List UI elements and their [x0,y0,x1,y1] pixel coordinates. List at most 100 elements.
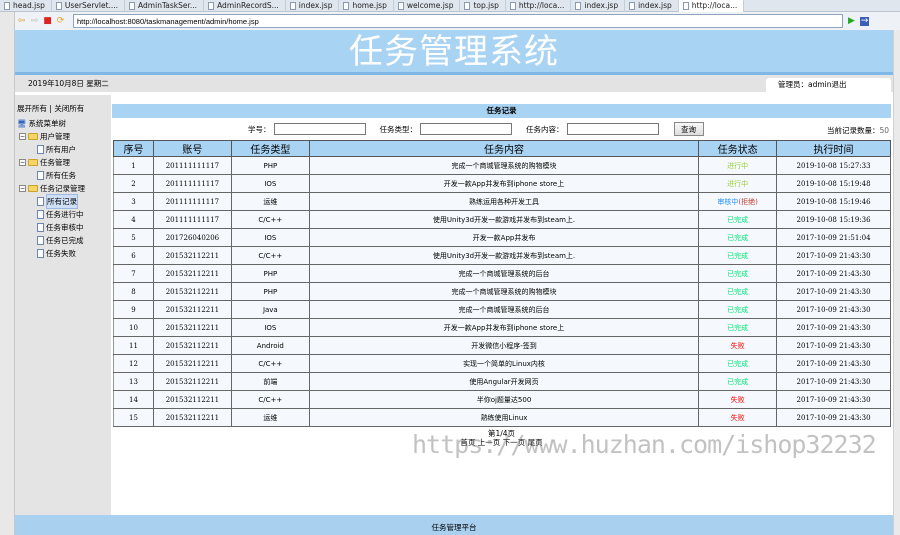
cell-no: 6 [113,246,154,265]
cell-type: C/C++ [230,390,310,409]
collapse-icon[interactable]: − [19,159,26,166]
cell-type: 运维 [230,192,310,211]
cell-time: 2017-10-09 21:43:30 [776,336,891,355]
cell-status: 已完成 [698,228,778,247]
cell-content: 完成一个商城管理系统的购物模块 [308,156,700,175]
status-text: 已完成 [727,251,749,260]
cell-no: 5 [113,228,154,247]
status-text: 已完成 [727,377,749,386]
editor-tab[interactable]: head.jsp [0,0,52,12]
table-row: 4 201111111117 C/C++ 使用Unity3d开发一款游戏并发布到ste… [113,210,891,229]
editor-tab[interactable]: AdminRecordS... [204,0,286,12]
editor-tab[interactable]: http://loca... [678,0,745,12]
editor-tab[interactable]: index.jsp [571,0,626,12]
tree-leaf[interactable]: 任务审核中 [15,221,111,234]
tree-group[interactable]: − 用户管理 [15,130,111,143]
cell-account: 201532112211 [152,372,232,391]
expand-all-link[interactable]: 展开所有 [17,104,47,113]
tree-leaf[interactable]: 任务已完成 [15,234,111,247]
file-icon [343,2,350,10]
cell-time: 2017-10-09 21:43:30 [776,300,891,319]
tree-leaf-label: 任务已完成 [46,236,84,245]
table-row: 10 201532112211 IOS 开发一款App并发布到iphone store… [113,318,891,337]
cell-account: 201532112211 [152,282,232,301]
cell-type: IOS [230,174,310,193]
table-row: 2 201111111117 IOS 开发一款App并发布到iphone store上… [113,174,891,193]
cell-account: 201111111117 [152,192,232,211]
separator: | [49,104,52,113]
collapse-icon[interactable]: − [19,133,26,140]
search-form: 学号： 任务类型： 任务内容： 查询 当前记录数量：50 [112,120,891,138]
browser-menu-icon[interactable]: → [860,16,869,26]
column-header: 序号 [113,140,154,157]
tree-leaf[interactable]: 任务失败 [15,247,111,260]
file-icon [289,2,296,10]
cell-status: 进行中 [698,156,778,175]
editor-tab[interactable]: UserServlet.... [52,0,126,12]
editor-tab[interactable]: http://loca... [506,0,572,12]
logout-link[interactable]: 退出 [832,80,847,89]
vertical-scrollbar[interactable] [893,30,900,535]
student-id-input[interactable] [273,123,366,135]
task-type-input[interactable] [420,123,512,135]
cell-content: 使用Angular开发网页 [308,372,700,391]
task-content-label: 任务内容： [526,124,564,134]
cell-no: 9 [113,300,154,319]
status-text: 已完成 [727,215,749,224]
table-row: 8 201532112211 PHP 完成一个商城管理系统的购物模块 已完成 2017-1… [113,282,891,301]
cell-status: 失败 [698,390,778,409]
cell-no: 10 [113,318,154,337]
page-icon [37,197,44,206]
editor-tab[interactable]: AdminTaskSer... [125,0,205,12]
section-title: 任务记录 [112,104,891,118]
cell-time: 2017-10-09 21:51:04 [776,228,891,247]
record-count: 当前记录数量：50 [827,125,889,136]
tree-leaf[interactable]: 任务进行中 [15,208,111,221]
tree-leaf[interactable]: 所有任务 [15,169,111,182]
tree-leaf[interactable]: 所有记录 [15,194,111,209]
editor-tab[interactable]: top.jsp [460,0,506,12]
tree-group[interactable]: − 任务管理 [15,156,111,169]
cell-type: Java [230,300,310,319]
collapse-icon[interactable]: − [19,185,26,192]
cell-time: 2017-10-09 21:43:30 [776,408,891,427]
stop-icon[interactable]: ■ [43,16,52,26]
cell-account: 201111111117 [152,174,232,193]
records-table: 序号 账号 任务类型 任务内容 任务状态 执行时间 1 201111111117 PHP 完成一… [113,140,891,427]
cell-time: 2017-10-09 21:43:30 [776,390,891,409]
editor-tab-bar: head.jsp UserServlet.... AdminTaskSer... Ad… [0,0,900,12]
back-icon[interactable]: ⇦ [17,16,26,26]
column-header: 任务内容 [308,140,700,157]
forward-icon[interactable]: ⇨ [30,16,39,26]
editor-tab[interactable]: index.jsp [625,0,679,12]
tree-leaf-label: 所有记录 [46,194,78,209]
editor-tab[interactable]: welcome.jsp [394,0,461,12]
folder-icon [28,133,38,140]
collapse-all-link[interactable]: 关闭所有 [54,104,84,113]
tree-root[interactable]: 🖥 系统菜单树 [15,117,111,130]
cell-type: C/C++ [230,354,310,373]
browser-toolbar: ⇦ ⇨ ■ ⟳ ▶ → [15,12,900,30]
editor-tab[interactable]: index.jsp [286,0,340,12]
tree-leaf[interactable]: 所有用户 [15,143,111,156]
refresh-icon[interactable]: ⟳ [56,16,65,26]
cell-content: 熟练运用各种开发工具 [308,192,700,211]
cell-account: 201111111117 [152,210,232,229]
tree-leaf-label: 任务失败 [46,249,76,258]
task-content-input[interactable] [566,123,659,135]
tab-label: http://loca... [691,1,738,10]
url-input[interactable] [73,14,843,28]
tree-leaf-label: 所有任务 [46,171,76,180]
go-icon[interactable]: ▶ [847,16,856,26]
tree-group-label: 用户管理 [40,132,70,141]
watermark: https://www.huzhan.com/ishop32232 [412,430,877,459]
file-icon [682,2,689,10]
tab-label: index.jsp [584,1,619,10]
page-icon [37,249,44,258]
admin-name: admin [808,80,832,89]
cell-type: 前端 [230,372,310,391]
file-icon [208,2,215,10]
query-button[interactable]: 查询 [673,122,704,136]
editor-tab[interactable]: home.jsp [339,0,394,12]
status-extra: (拒绝) [738,197,758,206]
